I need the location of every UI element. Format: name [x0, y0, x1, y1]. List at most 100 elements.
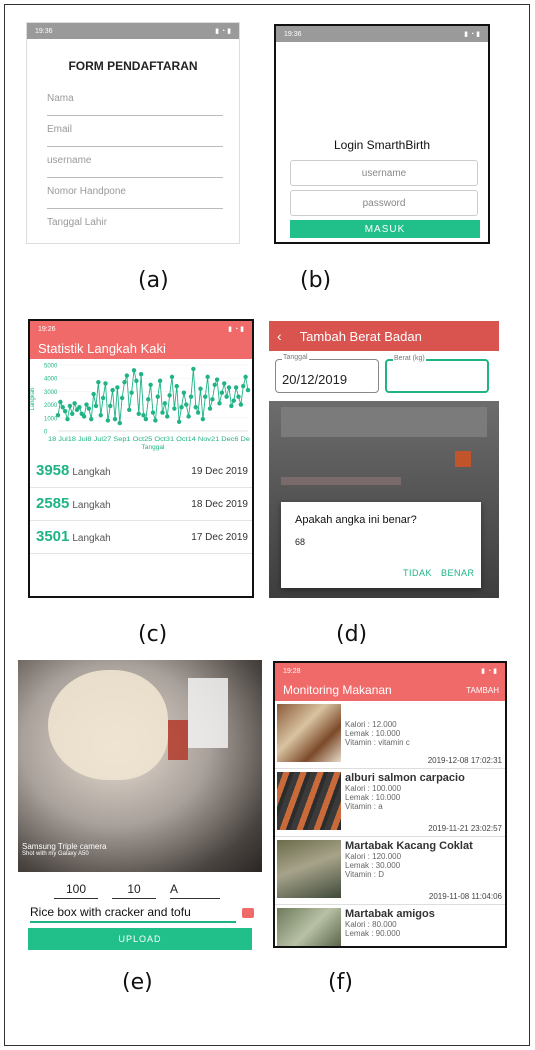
login-title: Login SmarthBirth	[333, 138, 431, 152]
data-point	[176, 419, 182, 424]
status-time: 19:28	[283, 667, 301, 675]
data-point	[146, 397, 151, 402]
step-row[interactable]: 3958 Langkah 19 Dec 2019	[30, 455, 252, 488]
fat-input[interactable]: 10	[112, 882, 156, 899]
date-value: 20/12/2019	[282, 372, 348, 387]
step-value: 3501	[36, 528, 70, 545]
step-entry: 2585 Langkah	[36, 495, 111, 513]
y-tick-label: 0	[44, 430, 48, 436]
data-point	[165, 414, 170, 419]
step-row[interactable]: 3501 Langkah 17 Dec 2019	[30, 521, 252, 554]
login-button[interactable]: MASUK	[290, 220, 480, 238]
dialog-yes-button[interactable]: BENAR	[441, 568, 475, 578]
y-tick-label: 2000	[44, 403, 58, 409]
data-point	[174, 383, 179, 389]
birthdate-field[interactable]: Tanggal Lahir	[47, 209, 223, 240]
data-point	[89, 416, 94, 422]
data-point	[200, 416, 206, 422]
back-arrow-icon[interactable]: ‹	[277, 328, 282, 344]
add-button[interactable]: TAMBAH	[466, 686, 499, 695]
food-details: Kalori : 12.000 Lemak : 10.000 Vitamin :…	[345, 720, 502, 747]
food-details: Martabak amigos Kalori : 80.000 Lemak : …	[345, 908, 502, 938]
data-point	[96, 379, 101, 385]
data-point	[184, 402, 189, 407]
data-point	[122, 379, 127, 385]
food-list-item[interactable]: Martabak Kacang Coklat Kalori : 120.000 …	[275, 837, 505, 905]
data-point	[188, 394, 194, 399]
data-point	[212, 382, 217, 387]
weight-field[interactable]: Berat (kg)	[385, 355, 489, 393]
food-vitamin: Vitamin : D	[345, 870, 384, 879]
status-time: 19:36	[284, 30, 302, 38]
data-point	[108, 403, 113, 409]
phone-field[interactable]: Nomor Handpone	[47, 178, 223, 209]
data-point	[205, 374, 210, 380]
username-field[interactable]: username	[47, 147, 223, 178]
data-point	[117, 420, 122, 426]
step-value: 2585	[36, 495, 70, 512]
data-point	[243, 374, 248, 380]
data-point	[105, 418, 111, 423]
data-point	[112, 416, 118, 422]
data-point	[191, 366, 196, 372]
status-bar: 19:28 ▮ ◔ ▮	[275, 663, 505, 679]
food-vitamin: Vitamin : vitamin c	[345, 738, 410, 747]
screen-title: Monitoring Makanan	[283, 683, 392, 697]
watermark-subtitle: Shot with my Galaxy A50	[22, 851, 89, 857]
x-axis-label: Tanggal	[142, 444, 165, 451]
data-point	[100, 395, 106, 401]
food-fat: Lemak : 30.000	[345, 861, 401, 870]
data-point	[179, 405, 184, 410]
data-point	[172, 406, 177, 411]
description-field[interactable]: Rice box with cracker and tofu	[30, 905, 236, 923]
food-thumbnail	[277, 704, 341, 762]
food-list-item[interactable]: Martabak amigos Kalori : 80.000 Lemak : …	[275, 905, 505, 946]
step-unit: Langkah	[72, 467, 111, 478]
app-bar: ‹ Tambah Berat Badan	[269, 321, 499, 351]
upload-button[interactable]: UPLOAD	[28, 928, 252, 950]
food-calories: Kalori : 100.000	[345, 784, 402, 793]
password-input[interactable]: password	[290, 190, 478, 216]
caption-d: (d)	[336, 622, 368, 647]
caption-e: (e)	[122, 970, 153, 995]
dialog-no-button[interactable]: TIDAK	[403, 568, 432, 578]
food-list-item[interactable]: Kalori : 12.000 Lemak : 10.000 Vitamin :…	[275, 701, 505, 769]
data-point	[226, 385, 232, 390]
vitamin-input[interactable]: A	[170, 882, 220, 899]
calorie-input[interactable]: 100	[54, 882, 98, 899]
food-fat: Lemak : 10.000	[345, 793, 401, 802]
data-point	[81, 414, 87, 419]
data-point	[115, 385, 120, 390]
data-point	[219, 390, 225, 395]
food-thumbnail	[277, 908, 341, 946]
food-calories: Kalori : 12.000	[345, 720, 397, 729]
step-row[interactable]: 2585 Langkah 18 Dec 2019	[30, 488, 252, 521]
camera-icon[interactable]	[242, 908, 254, 918]
status-bar: 19:36 ▮ ◔ ▮	[27, 23, 239, 39]
x-tick-labels: 18 Jul18 Jul8 Jul27 Sep1 Oct25 Oct31 Oct…	[48, 436, 251, 443]
food-thumbnail	[277, 840, 341, 898]
food-sauce	[168, 720, 188, 760]
username-input[interactable]: username	[290, 160, 478, 186]
data-point	[67, 403, 73, 409]
screen-title: Statistik Langkah Kaki	[38, 340, 166, 356]
data-point	[127, 407, 132, 413]
status-bar: 19:26 ▮ ◔ ▮	[30, 321, 252, 337]
data-point	[160, 410, 165, 415]
status-time: 19:36	[35, 27, 53, 35]
screen-weight-entry: ‹ Tambah Berat Badan Tanggal 20/12/2019 …	[269, 321, 499, 598]
data-point	[238, 402, 244, 407]
name-field[interactable]: Nama	[47, 85, 223, 116]
dialog-message: 68	[295, 537, 306, 547]
date-field[interactable]: Tanggal 20/12/2019	[275, 354, 379, 393]
food-list-item[interactable]: alburi salmon carpacio Kalori : 100.000 …	[275, 769, 505, 837]
data-point	[193, 405, 198, 410]
data-point	[153, 418, 158, 423]
food-details: alburi salmon carpacio Kalori : 100.000 …	[345, 772, 502, 811]
food-fat: Lemak : 10.000	[345, 729, 401, 738]
y-axis-label: Langkah	[30, 387, 36, 410]
data-point	[93, 403, 99, 409]
step-entry: 3958 Langkah	[36, 462, 111, 480]
data-point	[207, 406, 213, 411]
email-field[interactable]: Email	[47, 116, 223, 147]
